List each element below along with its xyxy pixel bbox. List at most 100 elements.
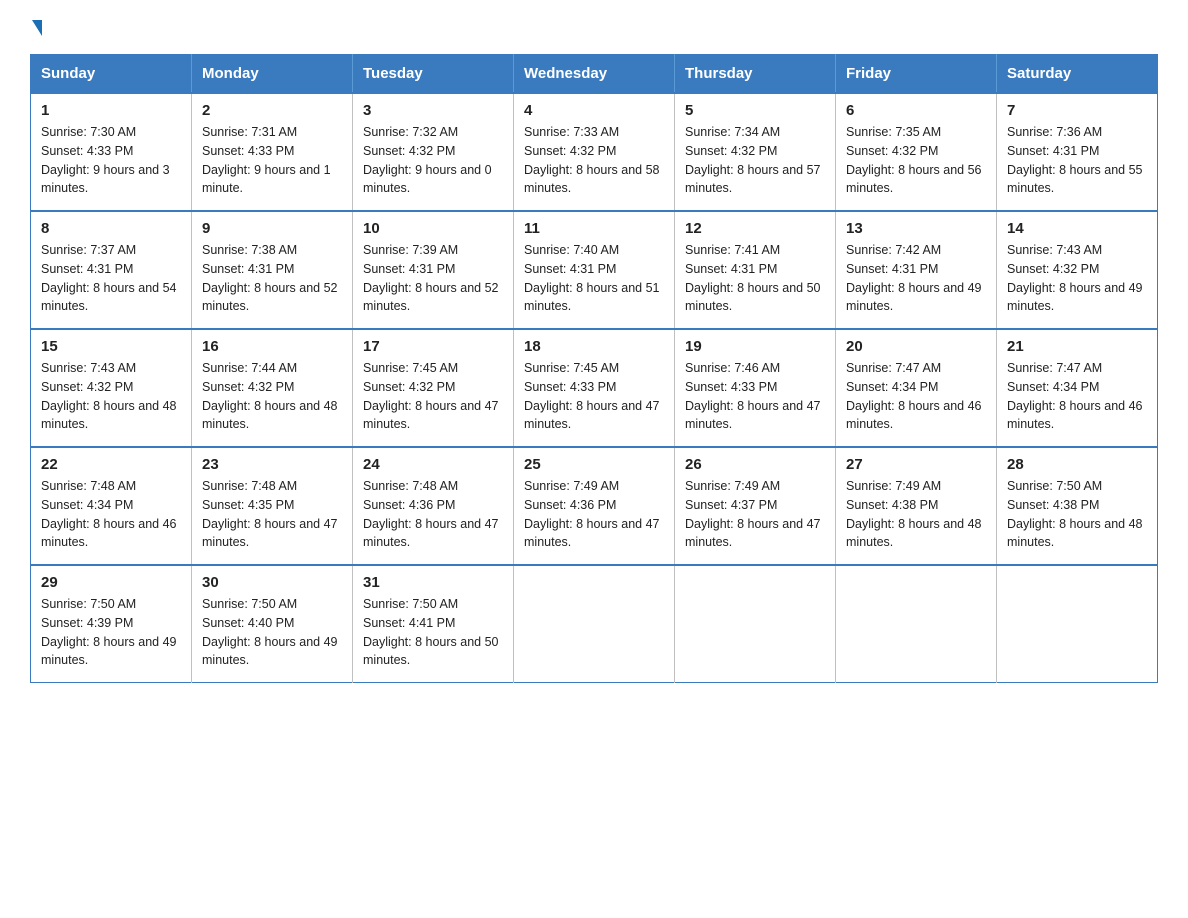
calendar-cell: 12 Sunrise: 7:41 AM Sunset: 4:31 PM Dayl… — [675, 211, 836, 329]
header-day-monday: Monday — [192, 55, 353, 94]
calendar-cell — [836, 565, 997, 683]
day-info: Sunrise: 7:48 AM Sunset: 4:35 PM Dayligh… — [202, 477, 342, 552]
header-day-wednesday: Wednesday — [514, 55, 675, 94]
day-info: Sunrise: 7:43 AM Sunset: 4:32 PM Dayligh… — [41, 359, 181, 434]
day-number: 28 — [1007, 456, 1147, 473]
day-number: 14 — [1007, 220, 1147, 237]
calendar-cell: 26 Sunrise: 7:49 AM Sunset: 4:37 PM Dayl… — [675, 447, 836, 565]
day-number: 10 — [363, 220, 503, 237]
calendar-cell: 4 Sunrise: 7:33 AM Sunset: 4:32 PM Dayli… — [514, 93, 675, 211]
calendar-cell: 3 Sunrise: 7:32 AM Sunset: 4:32 PM Dayli… — [353, 93, 514, 211]
calendar-cell: 31 Sunrise: 7:50 AM Sunset: 4:41 PM Dayl… — [353, 565, 514, 683]
day-number: 25 — [524, 456, 664, 473]
calendar-header-row: SundayMondayTuesdayWednesdayThursdayFrid… — [31, 55, 1158, 94]
day-info: Sunrise: 7:43 AM Sunset: 4:32 PM Dayligh… — [1007, 241, 1147, 316]
calendar-week-1: 1 Sunrise: 7:30 AM Sunset: 4:33 PM Dayli… — [31, 93, 1158, 211]
calendar-week-5: 29 Sunrise: 7:50 AM Sunset: 4:39 PM Dayl… — [31, 565, 1158, 683]
day-info: Sunrise: 7:49 AM Sunset: 4:37 PM Dayligh… — [685, 477, 825, 552]
calendar-cell: 29 Sunrise: 7:50 AM Sunset: 4:39 PM Dayl… — [31, 565, 192, 683]
day-number: 12 — [685, 220, 825, 237]
day-number: 8 — [41, 220, 181, 237]
day-number: 31 — [363, 574, 503, 591]
calendar-cell: 15 Sunrise: 7:43 AM Sunset: 4:32 PM Dayl… — [31, 329, 192, 447]
day-info: Sunrise: 7:50 AM Sunset: 4:41 PM Dayligh… — [363, 595, 503, 670]
day-info: Sunrise: 7:33 AM Sunset: 4:32 PM Dayligh… — [524, 123, 664, 198]
day-info: Sunrise: 7:40 AM Sunset: 4:31 PM Dayligh… — [524, 241, 664, 316]
day-info: Sunrise: 7:31 AM Sunset: 4:33 PM Dayligh… — [202, 123, 342, 198]
day-number: 6 — [846, 102, 986, 119]
calendar-cell: 28 Sunrise: 7:50 AM Sunset: 4:38 PM Dayl… — [997, 447, 1158, 565]
day-info: Sunrise: 7:46 AM Sunset: 4:33 PM Dayligh… — [685, 359, 825, 434]
calendar-cell: 11 Sunrise: 7:40 AM Sunset: 4:31 PM Dayl… — [514, 211, 675, 329]
day-number: 15 — [41, 338, 181, 355]
calendar-cell — [514, 565, 675, 683]
calendar-cell: 22 Sunrise: 7:48 AM Sunset: 4:34 PM Dayl… — [31, 447, 192, 565]
day-number: 20 — [846, 338, 986, 355]
calendar-cell: 17 Sunrise: 7:45 AM Sunset: 4:32 PM Dayl… — [353, 329, 514, 447]
day-number: 29 — [41, 574, 181, 591]
day-info: Sunrise: 7:48 AM Sunset: 4:36 PM Dayligh… — [363, 477, 503, 552]
calendar-cell: 24 Sunrise: 7:48 AM Sunset: 4:36 PM Dayl… — [353, 447, 514, 565]
day-number: 2 — [202, 102, 342, 119]
day-number: 23 — [202, 456, 342, 473]
calendar-cell — [675, 565, 836, 683]
day-info: Sunrise: 7:37 AM Sunset: 4:31 PM Dayligh… — [41, 241, 181, 316]
day-number: 13 — [846, 220, 986, 237]
calendar-cell: 30 Sunrise: 7:50 AM Sunset: 4:40 PM Dayl… — [192, 565, 353, 683]
calendar-cell: 10 Sunrise: 7:39 AM Sunset: 4:31 PM Dayl… — [353, 211, 514, 329]
day-info: Sunrise: 7:47 AM Sunset: 4:34 PM Dayligh… — [1007, 359, 1147, 434]
day-number: 7 — [1007, 102, 1147, 119]
day-number: 21 — [1007, 338, 1147, 355]
calendar-week-4: 22 Sunrise: 7:48 AM Sunset: 4:34 PM Dayl… — [31, 447, 1158, 565]
day-number: 30 — [202, 574, 342, 591]
day-number: 1 — [41, 102, 181, 119]
day-info: Sunrise: 7:45 AM Sunset: 4:32 PM Dayligh… — [363, 359, 503, 434]
day-number: 4 — [524, 102, 664, 119]
header-day-saturday: Saturday — [997, 55, 1158, 94]
logo — [30, 20, 42, 36]
calendar-cell: 2 Sunrise: 7:31 AM Sunset: 4:33 PM Dayli… — [192, 93, 353, 211]
day-info: Sunrise: 7:45 AM Sunset: 4:33 PM Dayligh… — [524, 359, 664, 434]
day-info: Sunrise: 7:49 AM Sunset: 4:36 PM Dayligh… — [524, 477, 664, 552]
page-header — [30, 20, 1158, 36]
day-info: Sunrise: 7:44 AM Sunset: 4:32 PM Dayligh… — [202, 359, 342, 434]
day-info: Sunrise: 7:50 AM Sunset: 4:40 PM Dayligh… — [202, 595, 342, 670]
calendar-cell: 9 Sunrise: 7:38 AM Sunset: 4:31 PM Dayli… — [192, 211, 353, 329]
calendar-cell: 8 Sunrise: 7:37 AM Sunset: 4:31 PM Dayli… — [31, 211, 192, 329]
header-day-friday: Friday — [836, 55, 997, 94]
calendar-cell — [997, 565, 1158, 683]
day-number: 24 — [363, 456, 503, 473]
calendar-cell: 23 Sunrise: 7:48 AM Sunset: 4:35 PM Dayl… — [192, 447, 353, 565]
day-info: Sunrise: 7:38 AM Sunset: 4:31 PM Dayligh… — [202, 241, 342, 316]
day-info: Sunrise: 7:39 AM Sunset: 4:31 PM Dayligh… — [363, 241, 503, 316]
day-number: 18 — [524, 338, 664, 355]
day-number: 27 — [846, 456, 986, 473]
day-number: 16 — [202, 338, 342, 355]
day-info: Sunrise: 7:47 AM Sunset: 4:34 PM Dayligh… — [846, 359, 986, 434]
day-number: 11 — [524, 220, 664, 237]
calendar-cell: 13 Sunrise: 7:42 AM Sunset: 4:31 PM Dayl… — [836, 211, 997, 329]
calendar-cell: 21 Sunrise: 7:47 AM Sunset: 4:34 PM Dayl… — [997, 329, 1158, 447]
calendar-cell: 16 Sunrise: 7:44 AM Sunset: 4:32 PM Dayl… — [192, 329, 353, 447]
calendar-cell: 1 Sunrise: 7:30 AM Sunset: 4:33 PM Dayli… — [31, 93, 192, 211]
day-number: 9 — [202, 220, 342, 237]
day-info: Sunrise: 7:42 AM Sunset: 4:31 PM Dayligh… — [846, 241, 986, 316]
calendar-cell: 5 Sunrise: 7:34 AM Sunset: 4:32 PM Dayli… — [675, 93, 836, 211]
logo-triangle-icon — [32, 20, 42, 36]
day-info: Sunrise: 7:50 AM Sunset: 4:39 PM Dayligh… — [41, 595, 181, 670]
calendar-week-3: 15 Sunrise: 7:43 AM Sunset: 4:32 PM Dayl… — [31, 329, 1158, 447]
calendar-cell: 6 Sunrise: 7:35 AM Sunset: 4:32 PM Dayli… — [836, 93, 997, 211]
header-day-sunday: Sunday — [31, 55, 192, 94]
day-info: Sunrise: 7:41 AM Sunset: 4:31 PM Dayligh… — [685, 241, 825, 316]
day-number: 17 — [363, 338, 503, 355]
calendar-cell: 19 Sunrise: 7:46 AM Sunset: 4:33 PM Dayl… — [675, 329, 836, 447]
calendar-cell: 25 Sunrise: 7:49 AM Sunset: 4:36 PM Dayl… — [514, 447, 675, 565]
day-info: Sunrise: 7:30 AM Sunset: 4:33 PM Dayligh… — [41, 123, 181, 198]
day-info: Sunrise: 7:32 AM Sunset: 4:32 PM Dayligh… — [363, 123, 503, 198]
day-info: Sunrise: 7:34 AM Sunset: 4:32 PM Dayligh… — [685, 123, 825, 198]
calendar-week-2: 8 Sunrise: 7:37 AM Sunset: 4:31 PM Dayli… — [31, 211, 1158, 329]
day-info: Sunrise: 7:49 AM Sunset: 4:38 PM Dayligh… — [846, 477, 986, 552]
day-number: 26 — [685, 456, 825, 473]
calendar-table: SundayMondayTuesdayWednesdayThursdayFrid… — [30, 54, 1158, 683]
calendar-cell: 20 Sunrise: 7:47 AM Sunset: 4:34 PM Dayl… — [836, 329, 997, 447]
